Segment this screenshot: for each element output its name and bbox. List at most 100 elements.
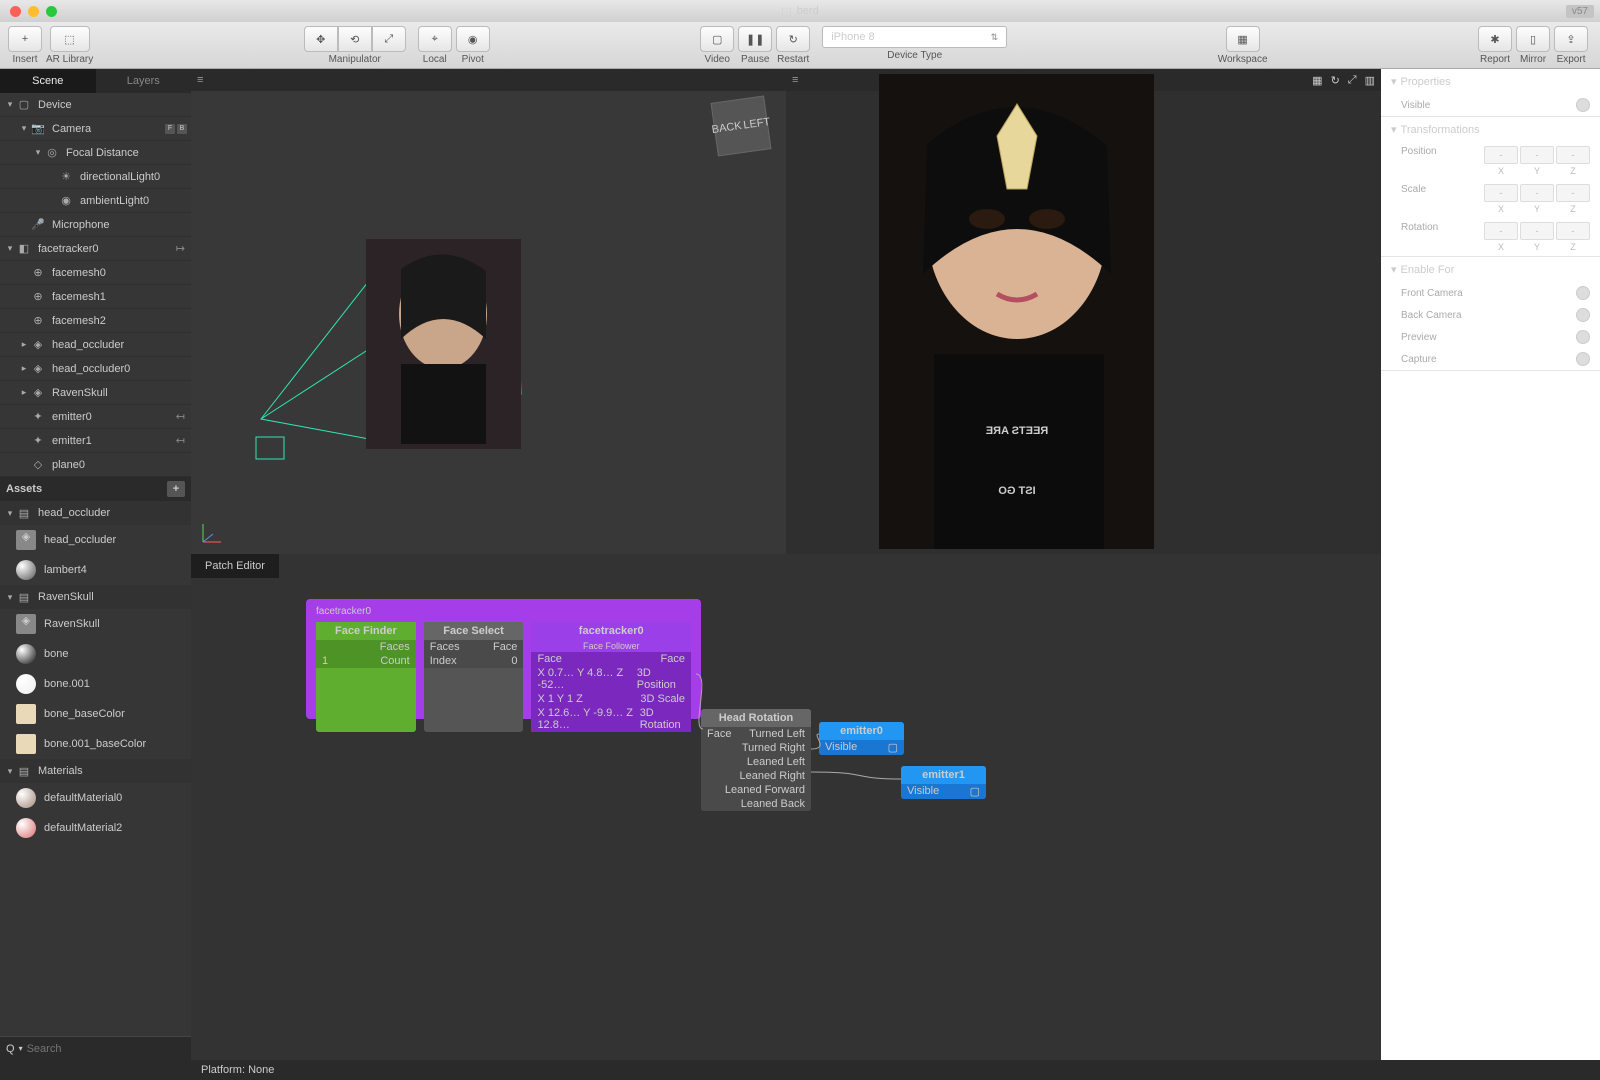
chevron-down-icon[interactable]: ▾ <box>1391 75 1397 88</box>
close-icon[interactable] <box>10 6 21 17</box>
tree-item-ambientLight0[interactable]: ◉ambientLight0 <box>0 189 191 213</box>
insert-button[interactable]: + <box>8 26 42 52</box>
tree-item-head_occluder0[interactable]: ▸◈head_occluder0 <box>0 357 191 381</box>
visible-toggle[interactable] <box>1576 98 1590 112</box>
expand-icon[interactable]: ⤢ <box>1348 74 1357 87</box>
chevron-icon[interactable]: ▸ <box>18 387 30 398</box>
viewport-3d[interactable]: ≡ BACK LEFT <box>191 69 786 554</box>
node-face-finder[interactable]: Face Finder Faces 1Count <box>316 622 416 732</box>
refresh-icon[interactable]: ↻ <box>1331 74 1340 87</box>
view-cube[interactable]: BACK LEFT <box>711 96 772 157</box>
asset-item-RavenSkull[interactable]: ◈RavenSkull <box>0 609 191 639</box>
asset-item-head_occluder[interactable]: ◈head_occluder <box>0 525 191 555</box>
asset-group-RavenSkull[interactable]: ▾▤RavenSkull <box>0 585 191 609</box>
search-input[interactable] <box>27 1043 185 1055</box>
patch-editor-tab[interactable]: Patch Editor <box>191 554 279 578</box>
tab-layers[interactable]: Layers <box>96 69 192 93</box>
asset-item-bone_baseColor[interactable]: bone_baseColor <box>0 699 191 729</box>
chevron-icon[interactable]: ▸ <box>18 363 30 374</box>
hamburger-icon[interactable]: ≡ <box>792 74 798 86</box>
pause-button[interactable]: ❚❚ <box>738 26 772 52</box>
tree-item-RavenSkull[interactable]: ▸◈RavenSkull <box>0 381 191 405</box>
scale-field[interactable]: - <box>1484 184 1518 202</box>
alight-icon: ◉ <box>58 193 74 209</box>
restart-button[interactable]: ↻ <box>776 26 810 52</box>
position-field[interactable]: - <box>1484 146 1518 164</box>
workspace-button[interactable]: ▦ <box>1226 26 1260 52</box>
left-panel: Scene Layers ▾▢Device▾📷CameraFB▾◎Focal D… <box>0 69 191 1060</box>
position-field[interactable]: - <box>1556 146 1590 164</box>
hamburger-icon[interactable]: ≡ <box>197 74 203 86</box>
node-emitter0[interactable]: emitter0 Visible▢ <box>819 722 904 755</box>
chevron-down-icon[interactable]: ▾ <box>1391 263 1397 276</box>
chevron-icon[interactable]: ▾ <box>32 147 44 158</box>
tree-item-Device[interactable]: ▾▢Device <box>0 93 191 117</box>
asset-item-defaultMaterial0[interactable]: defaultMaterial0 <box>0 783 191 813</box>
chevron-icon[interactable]: ▾ <box>4 99 16 110</box>
local-button[interactable]: ⌖ <box>418 26 452 52</box>
rotation-field[interactable]: - <box>1484 222 1518 240</box>
ar-library-button[interactable]: ⬚ <box>50 26 90 52</box>
asset-item-bone.001_baseColor[interactable]: bone.001_baseColor <box>0 729 191 759</box>
minimize-icon[interactable] <box>28 6 39 17</box>
tree-item-directionalLight0[interactable]: ☀directionalLight0 <box>0 165 191 189</box>
grid-icon[interactable]: ▦ <box>1312 74 1322 87</box>
asset-group-Materials[interactable]: ▾▤Materials <box>0 759 191 783</box>
manip-scale-button[interactable]: ⤢ <box>372 26 406 52</box>
asset-item-bone.001[interactable]: bone.001 <box>0 669 191 699</box>
scale-field[interactable]: - <box>1556 184 1590 202</box>
asset-item-defaultMaterial2[interactable]: defaultMaterial2 <box>0 813 191 843</box>
report-button[interactable]: ✱ <box>1478 26 1512 52</box>
video-label: Video <box>705 54 730 65</box>
tree-item-head_occluder[interactable]: ▸◈head_occluder <box>0 333 191 357</box>
node-face-select[interactable]: Face Select FacesFace Index0 <box>424 622 524 732</box>
chevron-icon[interactable]: ▸ <box>18 339 30 350</box>
tree-item-Focal Distance[interactable]: ▾◎Focal Distance <box>0 141 191 165</box>
tree-item-facemesh0[interactable]: ⊕facemesh0 <box>0 261 191 285</box>
rotation-field[interactable]: - <box>1556 222 1590 240</box>
manip-move-button[interactable]: ✥ <box>304 26 338 52</box>
tree-item-plane0[interactable]: ◇plane0 <box>0 453 191 477</box>
node-emitter1[interactable]: emitter1 Visible▢ <box>901 766 986 799</box>
asset-group-head_occluder[interactable]: ▾▤head_occluder <box>0 501 191 525</box>
tree-item-emitter1[interactable]: ✦emitter1↤ <box>0 429 191 453</box>
asset-item-bone[interactable]: bone <box>0 639 191 669</box>
tree-item-Microphone[interactable]: 🎤Microphone <box>0 213 191 237</box>
tree-item-emitter0[interactable]: ✦emitter0↤ <box>0 405 191 429</box>
maximize-icon[interactable] <box>46 6 57 17</box>
mirror-button[interactable]: ▯ <box>1516 26 1550 52</box>
video-button[interactable]: ▢ <box>700 26 734 52</box>
preview-image: REETS ARE IST GO <box>879 74 1154 549</box>
chevron-down-icon[interactable]: ▾ <box>1391 123 1397 136</box>
node-head-rotation[interactable]: Head Rotation FaceTurned LeftTurned Righ… <box>701 709 811 811</box>
patch-editor[interactable]: Patch Editor facetracker0 Face Finder Fa… <box>191 554 1381 1060</box>
back-camera-toggle[interactable] <box>1576 308 1590 322</box>
position-field[interactable]: - <box>1520 146 1554 164</box>
pivot-button[interactable]: ◉ <box>456 26 490 52</box>
device-select[interactable]: iPhone 8 ⇅ <box>822 26 1007 48</box>
chevron-icon[interactable]: ▾ <box>18 123 30 134</box>
manip-rotate-button[interactable]: ⟲ <box>338 26 372 52</box>
rotation-field[interactable]: - <box>1520 222 1554 240</box>
preview-toggle[interactable] <box>1576 330 1590 344</box>
tree-item-facemesh1[interactable]: ⊕facemesh1 <box>0 285 191 309</box>
emit-icon: ✦ <box>30 433 46 449</box>
tree-item-facemesh2[interactable]: ⊕facemesh2 <box>0 309 191 333</box>
node-facetracker0[interactable]: facetracker0 Face Follower FaceFaceX 0.7… <box>531 622 691 732</box>
tree-item-Camera[interactable]: ▾📷CameraFB <box>0 117 191 141</box>
asset-item-lambert4[interactable]: lambert4 <box>0 555 191 585</box>
tree-item-facetracker0[interactable]: ▾◧facetracker0↦ <box>0 237 191 261</box>
patch-group-facetracker0[interactable]: facetracker0 Face Finder Faces 1Count Fa… <box>306 599 701 719</box>
svg-text:REETS ARE: REETS ARE <box>986 425 1049 437</box>
scale-field[interactable]: - <box>1520 184 1554 202</box>
chevron-icon[interactable]: ▾ <box>4 243 16 254</box>
camera-icon: 📷 <box>30 121 46 137</box>
chevron-down-icon[interactable]: ▾ <box>19 1044 23 1053</box>
tab-scene[interactable]: Scene <box>0 69 96 93</box>
viewport-preview[interactable]: ≡ ▦ ↻ ⤢ ▥ <box>786 69 1381 554</box>
capture-toggle[interactable] <box>1576 352 1590 366</box>
front-camera-toggle[interactable] <box>1576 286 1590 300</box>
panel-icon[interactable]: ▥ <box>1365 74 1375 87</box>
export-button[interactable]: ⇪ <box>1554 26 1588 52</box>
add-asset-button[interactable]: + <box>167 481 185 497</box>
